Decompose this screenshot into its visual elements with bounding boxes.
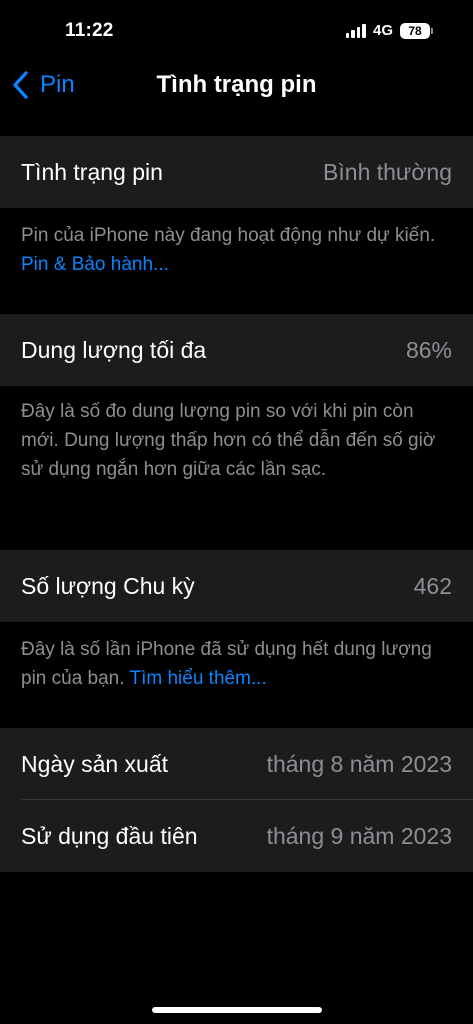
manufacture-date-label: Ngày sản xuất bbox=[21, 750, 169, 777]
network-type-label: 4G bbox=[372, 22, 393, 39]
page-title: Tình trạng pin bbox=[156, 71, 317, 98]
status-bar: 11:22 4G 78 bbox=[0, 0, 473, 60]
battery-health-row: Tình trạng pin Bình thường bbox=[0, 136, 473, 208]
manufacture-date-value: tháng 8 năm 2023 bbox=[266, 750, 452, 777]
max-capacity-label: Dung lượng tối đa bbox=[21, 336, 207, 363]
battery-health-group: Tình trạng pin Bình thường bbox=[0, 136, 473, 208]
home-indicator[interactable] bbox=[152, 1007, 322, 1013]
dates-group: Ngày sản xuất tháng 8 năm 2023 Sử dụng đ… bbox=[0, 728, 473, 872]
status-indicators: 4G 78 bbox=[345, 22, 433, 39]
manufacture-date-row: Ngày sản xuất tháng 8 năm 2023 bbox=[0, 728, 473, 800]
cycle-count-value: 462 bbox=[413, 572, 452, 599]
learn-more-link[interactable]: Tìm hiểu thêm... bbox=[129, 668, 266, 689]
cellular-signal-icon bbox=[345, 23, 366, 38]
max-capacity-value: 86% bbox=[405, 336, 452, 363]
battery-warranty-link[interactable]: Pin & Bảo hành... bbox=[21, 254, 169, 275]
battery-icon: 78 bbox=[400, 22, 433, 39]
status-time: 11:22 bbox=[65, 20, 114, 41]
max-capacity-row: Dung lượng tối đa 86% bbox=[0, 314, 473, 386]
cycle-count-label: Số lượng Chu kỳ bbox=[21, 572, 195, 599]
first-use-value: tháng 9 năm 2023 bbox=[266, 822, 452, 849]
cycle-count-group: Số lượng Chu kỳ 462 bbox=[0, 550, 473, 622]
max-capacity-footer-text: Đây là số đo dung lượng pin so với khi p… bbox=[21, 401, 436, 480]
battery-level: 78 bbox=[400, 22, 430, 39]
cycle-count-row: Số lượng Chu kỳ 462 bbox=[0, 550, 473, 622]
cycle-count-footer: Đây là số lần iPhone đã sử dụng hết dung… bbox=[21, 635, 455, 693]
battery-tip bbox=[431, 27, 433, 34]
first-use-row: Sử dụng đầu tiên tháng 9 năm 2023 bbox=[0, 800, 473, 872]
max-capacity-footer: Đây là số đo dung lượng pin so với khi p… bbox=[21, 397, 455, 484]
battery-health-footer: Pin của iPhone này đang hoạt động như dự… bbox=[21, 221, 455, 279]
first-use-label: Sử dụng đầu tiên bbox=[21, 822, 198, 849]
battery-health-footer-text: Pin của iPhone này đang hoạt động như dự… bbox=[21, 225, 436, 246]
navigation-bar: Pin Tình trạng pin bbox=[0, 60, 473, 110]
battery-health-label: Tình trạng pin bbox=[21, 158, 163, 185]
battery-health-value: Bình thường bbox=[323, 158, 452, 185]
max-capacity-group: Dung lượng tối đa 86% bbox=[0, 314, 473, 386]
